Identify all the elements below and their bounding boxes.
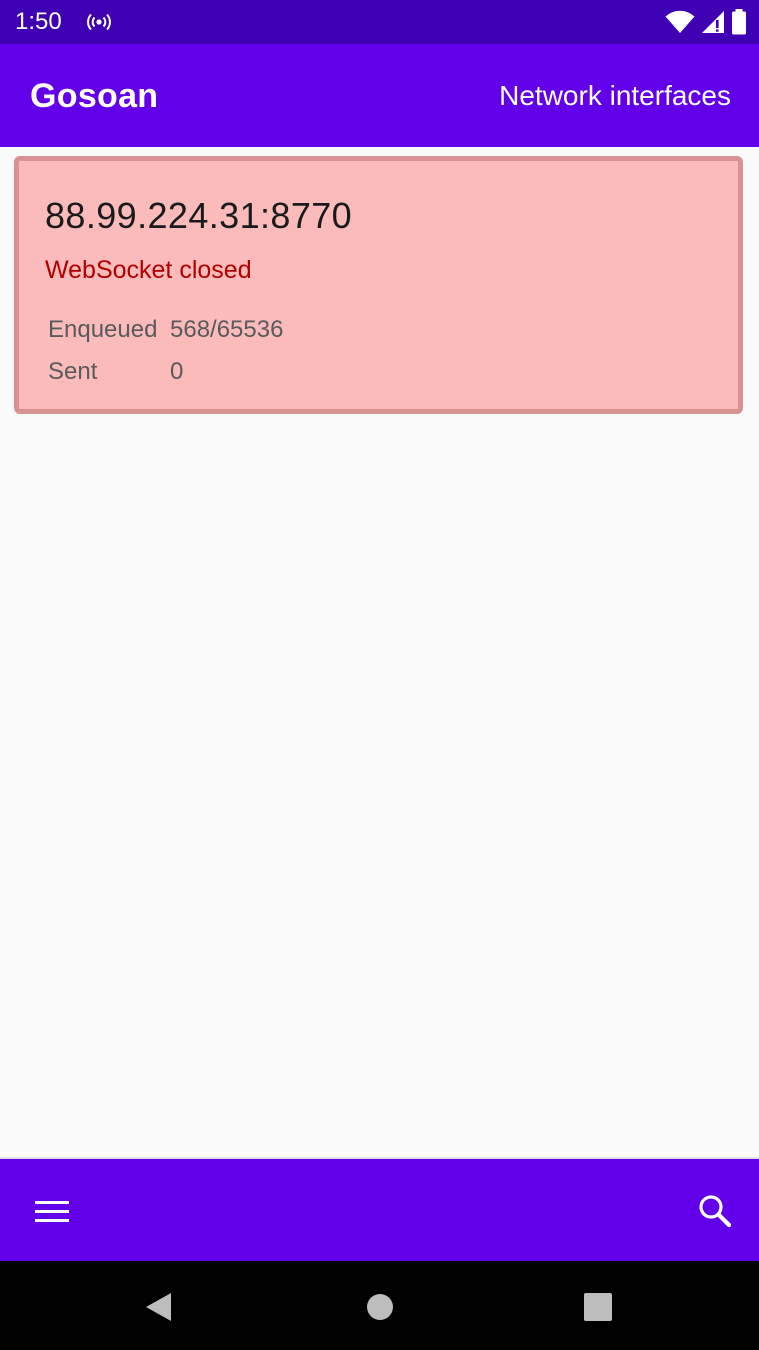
battery-icon <box>732 9 746 35</box>
connection-address: 88.99.224.31:8770 <box>45 195 353 236</box>
connection-stats: Enqueued 568/65536 Sent 0 <box>48 309 283 393</box>
app-title: Gosoan <box>30 77 159 115</box>
network-interfaces-button[interactable]: Network interfaces <box>499 78 731 114</box>
system-nav-bar <box>0 1261 759 1350</box>
connection-status: WebSocket closed <box>45 256 252 284</box>
radio-broadcast-icon <box>87 13 111 31</box>
stat-label-sent: Sent <box>48 358 98 385</box>
stat-row-enqueued: Enqueued 568/65536 <box>48 309 283 351</box>
app-bar: Gosoan Network interfaces <box>0 44 759 147</box>
home-icon[interactable] <box>360 1287 400 1327</box>
connection-card[interactable]: 88.99.224.31:8770 WebSocket closed Enque… <box>14 156 743 414</box>
cell-signal-icon <box>702 11 724 33</box>
stat-row-sent: Sent 0 <box>48 351 283 393</box>
back-icon[interactable] <box>140 1287 180 1327</box>
bottom-app-bar <box>0 1157 759 1261</box>
status-bar: 1:50 <box>0 0 759 44</box>
recents-icon[interactable] <box>578 1287 618 1327</box>
menu-icon[interactable] <box>22 1187 82 1237</box>
status-time: 1:50 <box>15 8 62 35</box>
stat-value-enqueued: 568/65536 <box>170 316 284 343</box>
wifi-icon <box>665 10 695 33</box>
stat-label-enqueued: Enqueued <box>48 316 158 343</box>
stat-value-sent: 0 <box>170 358 184 385</box>
search-icon[interactable] <box>687 1183 743 1239</box>
